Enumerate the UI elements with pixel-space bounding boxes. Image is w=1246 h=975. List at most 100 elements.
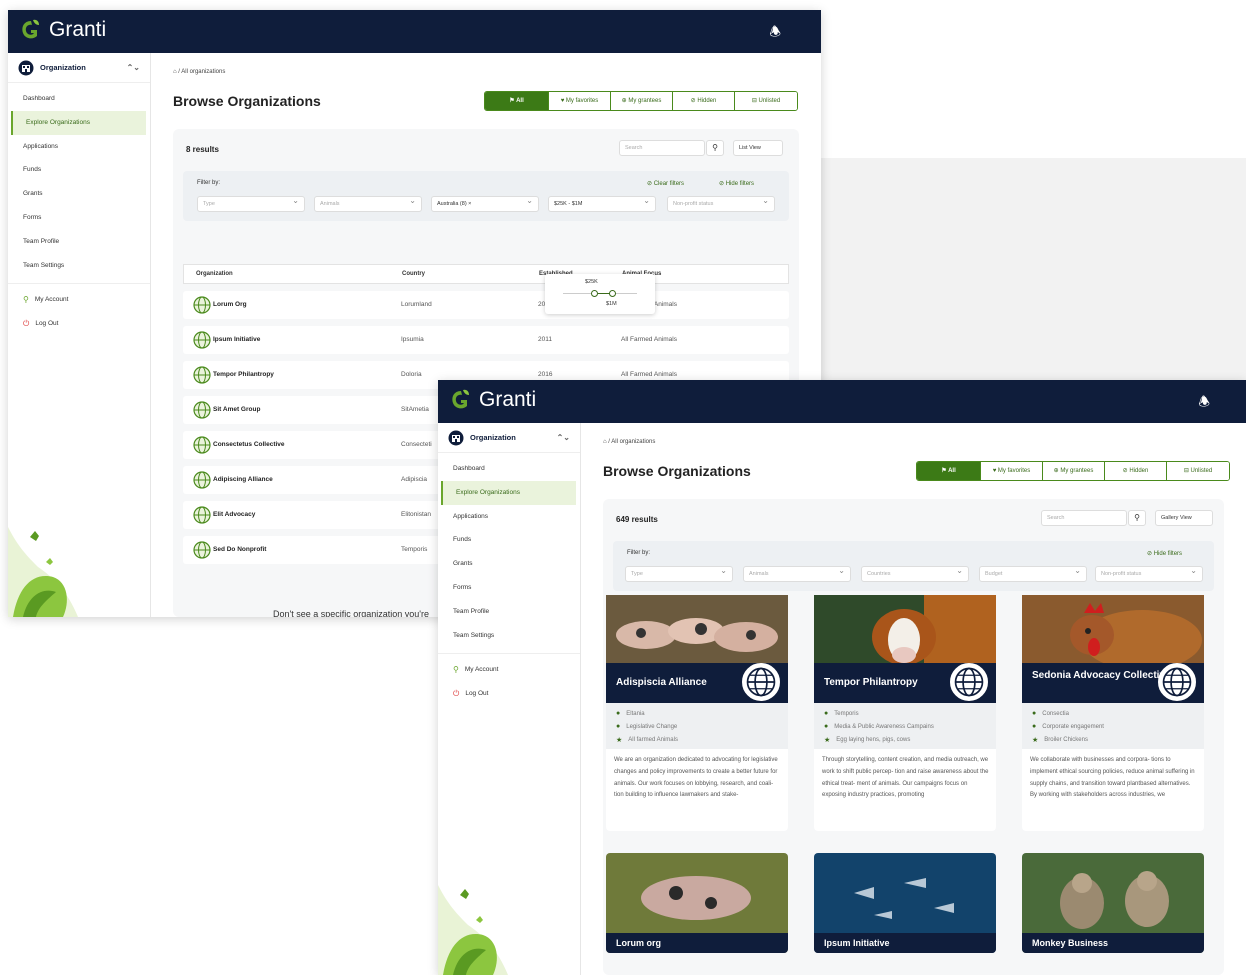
card-title: Ipsum Initiative bbox=[814, 933, 996, 953]
col-organization[interactable]: Organization bbox=[196, 271, 233, 277]
sidebar-item-applications[interactable]: Applications bbox=[8, 135, 150, 159]
filter-countries[interactable]: Australia (8) × bbox=[431, 194, 539, 212]
tab-hidden[interactable]: ⊘ Hidden bbox=[1105, 462, 1167, 480]
filter-countries[interactable]: Countries bbox=[861, 564, 969, 582]
user-icon: ⚲ bbox=[453, 665, 459, 675]
org-switcher[interactable]: Organization ⌃⌄ bbox=[8, 53, 150, 83]
sidebar-item-funds[interactable]: Funds bbox=[8, 158, 150, 182]
sidebar-item-explore[interactable]: Explore Organizations bbox=[441, 480, 576, 505]
filter-animals[interactable]: Animals bbox=[743, 564, 851, 582]
org-animal-focus: All Farmed Animals bbox=[621, 371, 677, 378]
view-mode-select[interactable]: List View bbox=[733, 140, 783, 156]
tab-my-grantees[interactable]: ⊕ My grantees bbox=[1043, 462, 1105, 480]
app-logo[interactable]: Granti bbox=[450, 388, 536, 412]
filter-budget[interactable]: $25K - $1M bbox=[548, 194, 656, 212]
org-card[interactable]: Adispiscia Alliance ● Eltania ● Legislativ… bbox=[606, 595, 788, 831]
search-input[interactable]: Search bbox=[619, 140, 705, 156]
org-filter-tabs: ⚑ All ♥ My favorites ⊕ My grantees ⊘ Hid… bbox=[916, 461, 1230, 481]
org-name[interactable]: Tempor Philantropy bbox=[213, 371, 274, 378]
table-row[interactable]: Ipsum Initiative Ipsumia 2011 All Farmed An… bbox=[183, 326, 789, 354]
card-category: ● Media & Public Awareness Campains bbox=[824, 720, 996, 733]
home-icon[interactable]: ⌂ bbox=[603, 439, 607, 445]
breadcrumb: ⌂ / All organizations bbox=[603, 439, 656, 445]
breadcrumb-current[interactable]: All organizations bbox=[611, 439, 655, 445]
bell-icon[interactable]: 🕭 bbox=[1198, 393, 1210, 415]
filter-nonprofit-status[interactable]: Non-profit status bbox=[667, 194, 775, 212]
org-card[interactable]: Monkey Business bbox=[1022, 853, 1204, 953]
sidebar-item-applications[interactable]: Applications bbox=[438, 505, 580, 529]
filter-type[interactable]: Type bbox=[625, 564, 733, 582]
sidebar-item-explore[interactable]: Explore Organizations bbox=[11, 110, 146, 135]
category-text: Legislative Change bbox=[626, 723, 678, 730]
top-bar: Granti 🕭 bbox=[8, 10, 821, 53]
tab-hidden[interactable]: ⊘ Hidden bbox=[673, 92, 735, 110]
sidebar-item-logout[interactable]: ⏻ Log Out bbox=[438, 682, 580, 706]
tab-my-favorites[interactable]: ♥ My favorites bbox=[981, 462, 1043, 480]
breadcrumb-current[interactable]: All organizations bbox=[181, 69, 225, 75]
filter-nonprofit-status[interactable]: Non-profit status bbox=[1095, 564, 1203, 582]
org-card[interactable]: Sedonia Advocacy Collective ● Consectia ●… bbox=[1022, 595, 1204, 831]
tab-unlisted[interactable]: ⊟ Unlisted bbox=[735, 92, 797, 110]
sidebar-item-forms[interactable]: Forms bbox=[8, 206, 150, 230]
tab-all[interactable]: ⚑ All bbox=[917, 462, 981, 480]
org-name[interactable]: Elit Advocacy bbox=[213, 511, 255, 518]
tab-unlisted[interactable]: ⊟ Unlisted bbox=[1167, 462, 1229, 480]
filter-type[interactable]: Type bbox=[197, 194, 305, 212]
globe-icon bbox=[193, 436, 211, 454]
search-icon[interactable]: ⚲ bbox=[1128, 510, 1146, 526]
sidebar-item-funds[interactable]: Funds bbox=[438, 528, 580, 552]
col-country[interactable]: Country bbox=[402, 271, 425, 277]
sidebar-item-my-account[interactable]: ⚲ My Account bbox=[8, 288, 150, 312]
sidebar-item-grants[interactable]: Grants bbox=[8, 182, 150, 206]
org-name[interactable]: Lorum Org bbox=[213, 301, 247, 308]
org-card[interactable]: Tempor Philantropy ● Temporis ● Media & Pu… bbox=[814, 595, 996, 831]
results-count: 649 results bbox=[616, 515, 658, 524]
card-image-pigs bbox=[606, 595, 788, 663]
bell-icon[interactable]: 🕭 bbox=[769, 23, 781, 45]
sidebar-item-dashboard[interactable]: Dashboard bbox=[438, 457, 580, 481]
sidebar-item-forms[interactable]: Forms bbox=[438, 576, 580, 600]
tab-all[interactable]: ⚑ All bbox=[485, 92, 549, 110]
sidebar-item-grants[interactable]: Grants bbox=[438, 552, 580, 576]
sidebar-item-dashboard[interactable]: Dashboard bbox=[8, 87, 150, 111]
sidebar-item-team-profile[interactable]: Team Profile bbox=[8, 230, 150, 254]
org-name[interactable]: Ipsum Initiative bbox=[213, 336, 260, 343]
table-row[interactable]: Lorum OrgLorumland2023All Farmed Animals bbox=[183, 291, 789, 319]
org-card[interactable]: Ipsum Initiative bbox=[814, 853, 996, 953]
sidebar-item-team-profile[interactable]: Team Profile bbox=[438, 600, 580, 624]
tab-my-grantees[interactable]: ⊕ My grantees bbox=[611, 92, 673, 110]
filter-animals[interactable]: Animals bbox=[314, 194, 422, 212]
home-icon[interactable]: ⌂ bbox=[173, 69, 177, 75]
globe-icon bbox=[193, 331, 211, 349]
sidebar-nav: Dashboard Explore Organizations Applicat… bbox=[438, 457, 580, 647]
hide-filters-button[interactable]: ⊘ Hide filters bbox=[1147, 550, 1182, 557]
slider-handle-max[interactable] bbox=[609, 290, 616, 297]
org-switcher[interactable]: Organization ⌃⌄ bbox=[438, 423, 580, 453]
org-name[interactable]: Sit Amet Group bbox=[213, 406, 260, 413]
sidebar-item-my-account[interactable]: ⚲ My Account bbox=[438, 658, 580, 682]
org-card[interactable]: Lorum org bbox=[606, 853, 788, 953]
slider-handle-min[interactable] bbox=[591, 290, 598, 297]
sidebar-item-team-settings[interactable]: Team Settings bbox=[8, 254, 150, 278]
org-name[interactable]: Consectetus Collective bbox=[213, 441, 285, 448]
filter-label: Filter by: bbox=[627, 550, 651, 556]
filter-budget[interactable]: Budget bbox=[979, 564, 1087, 582]
hide-filters-button[interactable]: ⊘ Hide filters bbox=[719, 180, 754, 187]
clear-filters-button[interactable]: ⊘ Clear filters bbox=[647, 180, 684, 187]
sidebar-item-logout[interactable]: ⏻ Log Out bbox=[8, 312, 150, 336]
org-name[interactable]: Sed Do Nonprofit bbox=[213, 546, 266, 553]
sidebar-item-team-settings[interactable]: Team Settings bbox=[438, 624, 580, 648]
search-icon[interactable]: ⚲ bbox=[706, 140, 724, 156]
budget-slider-popover: $25K $1M bbox=[545, 274, 655, 314]
chevron-updown-icon: ⌃⌄ bbox=[556, 433, 570, 442]
card-meta: ● Eltania ● Legislative Change ★ All farmed… bbox=[606, 703, 788, 749]
globe-icon bbox=[1158, 663, 1196, 701]
search-input[interactable]: Search bbox=[1041, 510, 1127, 526]
app-logo[interactable]: Granti bbox=[20, 18, 106, 42]
view-mode-select[interactable]: Gallery View bbox=[1155, 510, 1213, 526]
org-name[interactable]: Adipiscing Alliance bbox=[213, 476, 273, 483]
granti-leaf-icon bbox=[452, 389, 469, 409]
tab-my-favorites[interactable]: ♥ My favorites bbox=[549, 92, 611, 110]
animals-text: Egg laying hens, pigs, cows bbox=[836, 736, 911, 743]
card-description: We are an organization dedicated to advo… bbox=[614, 757, 778, 799]
